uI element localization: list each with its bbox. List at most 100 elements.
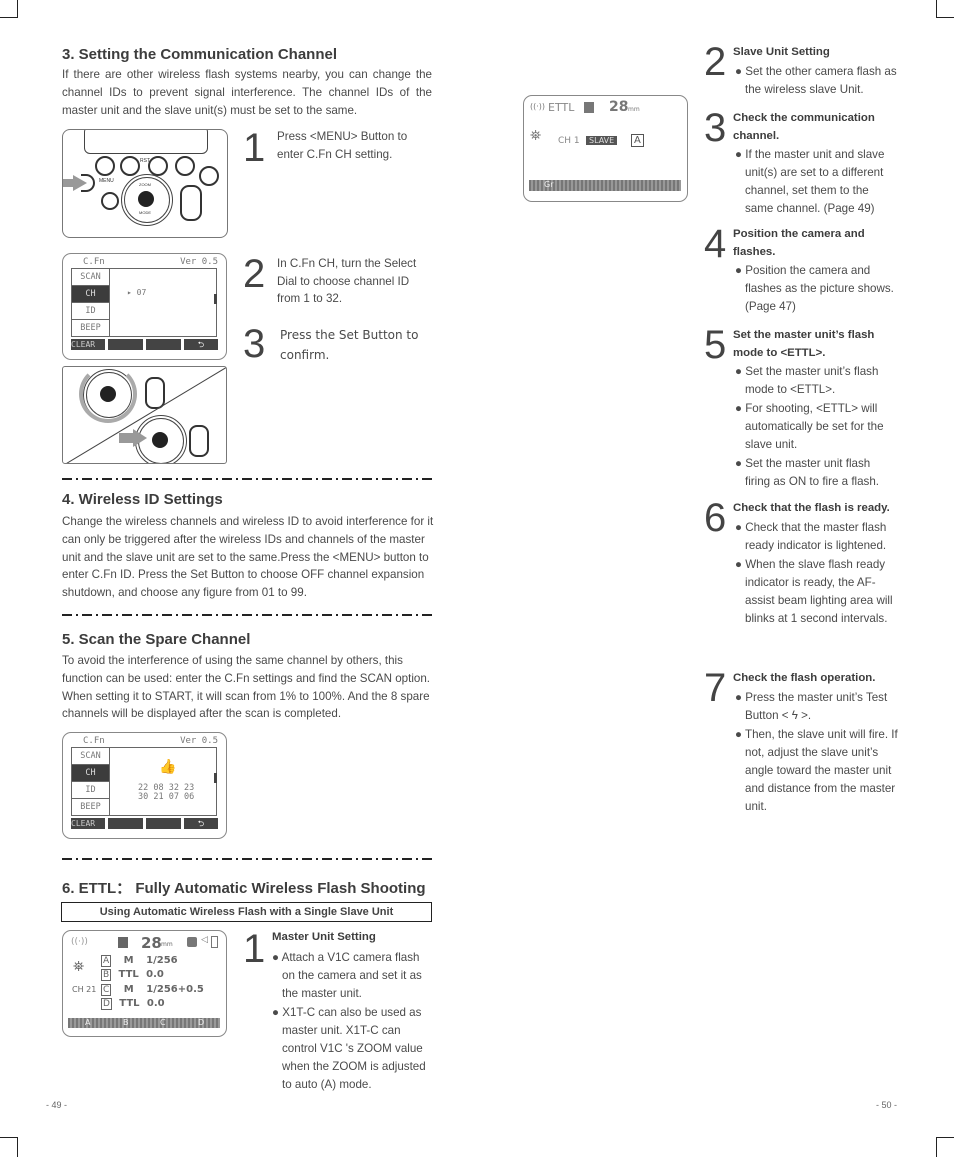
master-unit-setting-title: Master Unit Setting xyxy=(272,931,376,943)
bullet-item: ● If the master unit and slave unit(s) a… xyxy=(735,148,885,215)
arrow-shaft xyxy=(63,179,75,187)
master-channel: CH 21 xyxy=(72,985,97,994)
step-title: Slave Unit Setting xyxy=(733,46,830,58)
bullet-item: ● Set the master unit flash firing as ON… xyxy=(735,457,880,488)
scan-lcd-display: C.Fn Ver 0.5 SCAN CH ID BEEP 👍 22 08 32 … xyxy=(62,732,227,839)
step-number-1: 1 xyxy=(243,927,266,971)
step-title: Check the flash operation. xyxy=(733,672,876,684)
lcd-menu-item-beep: BEEP xyxy=(71,319,110,337)
wireless-signal-icon: ((·)) xyxy=(71,937,88,947)
bullet-item: ● Set the other camera flash as the wire… xyxy=(735,64,897,96)
arrow-right-icon xyxy=(133,429,147,447)
lcd-menu-item-id: ID xyxy=(71,781,110,799)
step-number-3: 3 xyxy=(704,106,727,150)
top-button xyxy=(175,156,195,176)
step-number-2: 2 xyxy=(704,40,727,84)
lcd-channel-value: ▸ 07 xyxy=(127,288,147,297)
bullet-item: ● When the slave flash ready indicator i… xyxy=(735,557,893,625)
step-block: Check that the flash is ready. ● Check th… xyxy=(733,500,898,629)
step-number-6: 6 xyxy=(704,496,727,540)
slave-group: A xyxy=(631,134,644,147)
softkey-c: C xyxy=(160,1018,166,1027)
zoom-label: ZOOM xyxy=(139,182,151,187)
menu-label: MENU xyxy=(99,178,114,184)
battery-icon xyxy=(211,936,218,948)
lcd-screen-outline xyxy=(84,130,208,154)
slave-channel: CH 1 xyxy=(558,136,580,146)
step-2-text: In C.Fn CH, turn the Select Dial to choo… xyxy=(277,257,417,305)
crop-mark-top-left xyxy=(0,0,18,18)
step-number-2: 2 xyxy=(243,252,266,296)
bullet-item: ● For shooting, <ETTL> will automaticall… xyxy=(735,402,884,451)
set-button xyxy=(152,432,168,448)
step-number-7: 7 xyxy=(704,666,727,710)
step-3-text: Press the Set Button to confirm. xyxy=(280,328,419,362)
section-5-body: To avoid the interference of using the s… xyxy=(62,654,431,721)
group-mode: TTL xyxy=(118,969,139,980)
group-label: C xyxy=(101,984,112,996)
lcd-scrollbar xyxy=(214,294,217,304)
master-mode-icon: ⛯ xyxy=(73,959,85,975)
side-button xyxy=(199,166,219,186)
select-dial-illustration xyxy=(62,366,227,464)
top-button xyxy=(120,156,140,176)
thumbs-up-icon: 👍 xyxy=(159,759,177,775)
power-switch xyxy=(180,185,202,221)
section-3-title: 3. Setting the Communication Channel xyxy=(62,46,338,63)
rotate-arrows-icon xyxy=(79,367,137,423)
lcd-content-frame xyxy=(108,747,217,816)
lcd-menu-item-scan: SCAN xyxy=(71,747,110,765)
group-mode: TTL xyxy=(119,998,140,1009)
group-label: B xyxy=(101,969,112,981)
lcd-menu-item-scan: SCAN xyxy=(71,268,110,286)
page-number-right: - 50 - xyxy=(876,1100,898,1110)
arrow-shaft xyxy=(119,433,133,443)
step-block: Set the master unit’s flash mode to <ETT… xyxy=(733,327,898,492)
lcd-menu-item-id: ID xyxy=(71,302,110,320)
step-block: Check the communication channel. ● If the… xyxy=(733,110,898,219)
group-value: 1/256+0.5 xyxy=(146,984,204,995)
master-unit-bullets: ● Attach a V1C camera flash on the camer… xyxy=(272,948,432,1095)
slave-role-badge: SLAVE xyxy=(586,136,618,145)
section-5-title: 5. Scan the Spare Channel xyxy=(62,631,251,648)
lcd-content-frame xyxy=(108,268,217,337)
group-mode: M xyxy=(123,984,134,995)
group-value: 0.0 xyxy=(146,998,165,1009)
lcd-header-right: Ver 0.5 xyxy=(180,736,218,746)
group-value: 0.0 xyxy=(146,969,164,980)
set-button xyxy=(138,191,154,207)
softkey-a: A xyxy=(85,1018,91,1027)
group-row: D TTL 0.0 xyxy=(101,998,165,1010)
test-button xyxy=(101,192,119,210)
step-title: Check the communication channel. xyxy=(733,112,875,142)
softkey-b: B xyxy=(123,1018,129,1027)
softkey-d: D xyxy=(198,1018,205,1027)
lcd-softkey-clear: CLEAR xyxy=(71,818,105,829)
zoom-mode-icon xyxy=(584,102,594,113)
return-icon: ⮌ xyxy=(184,818,218,829)
lcd-softkey xyxy=(108,818,143,829)
step-number-5: 5 xyxy=(704,323,727,367)
lcd-header-left: C.Fn xyxy=(83,736,105,746)
arrow-right-icon xyxy=(73,175,87,191)
group-mode: M xyxy=(123,955,134,966)
section-6-subtitle: Using Automatic Wireless Flash with a Si… xyxy=(61,902,432,922)
section-divider xyxy=(62,858,432,860)
step-block: Slave Unit Setting ● Set the other camera… xyxy=(733,44,898,100)
group-value: 1/256 xyxy=(146,955,178,966)
lcd-menu-item-ch: CH xyxy=(71,764,110,782)
lcd-softkey xyxy=(146,339,181,350)
lcd-softkey-clear: CLEAR xyxy=(71,339,105,350)
step-number-4: 4 xyxy=(704,222,727,266)
step-1-text: Press <MENU> Button to enter C.Fn CH set… xyxy=(277,130,408,161)
page-number-left: - 49 - xyxy=(46,1100,68,1110)
zoom-unit: mm xyxy=(161,941,173,948)
lcd-header-right: Ver 0.5 xyxy=(180,257,218,267)
section-4-title: 4. Wireless ID Settings xyxy=(62,491,223,508)
bullet-item: ● Position the camera and flashes as the… xyxy=(735,264,894,313)
crop-mark-top-right xyxy=(936,0,954,18)
softkey-gr: Gr xyxy=(544,180,554,189)
top-button xyxy=(95,156,115,176)
channel-id: 07 xyxy=(136,288,147,297)
mode-label: MODE xyxy=(139,210,151,215)
